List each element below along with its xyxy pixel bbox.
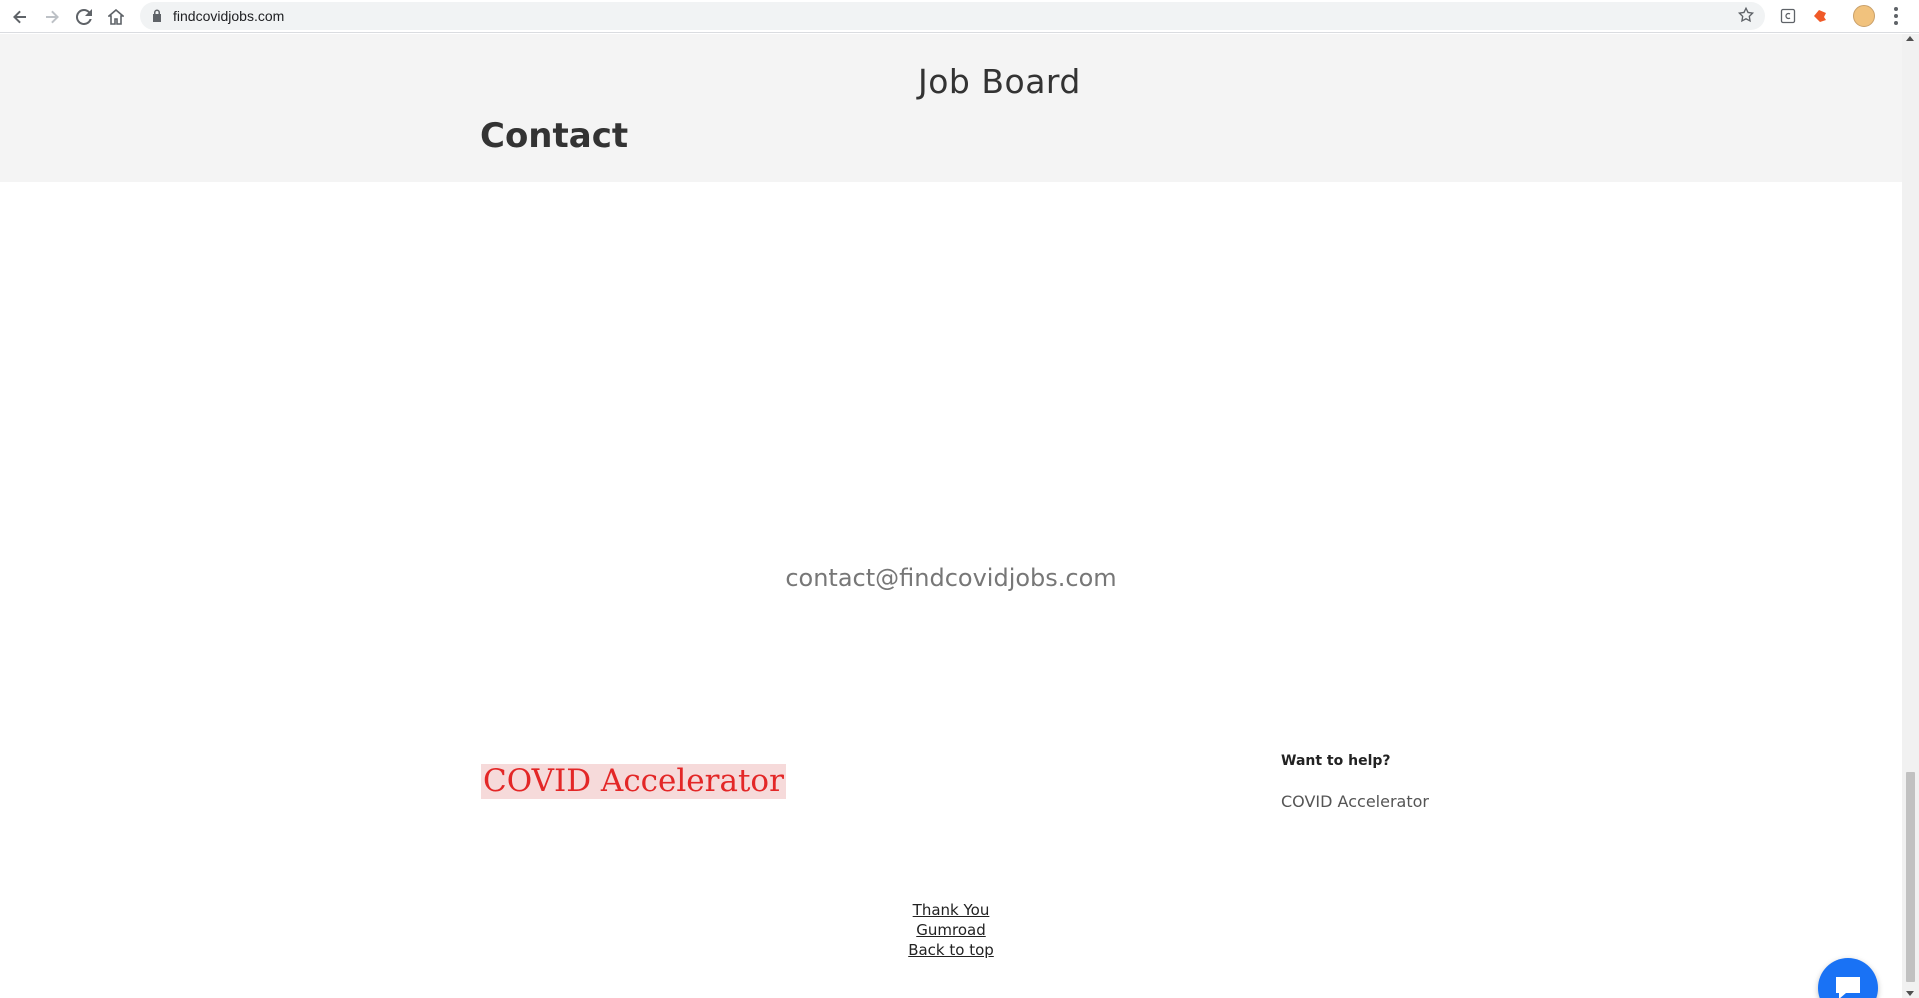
chat-bubble-icon	[1836, 977, 1860, 998]
back-button[interactable]	[6, 3, 34, 31]
page-scrollbar[interactable]	[1902, 34, 1919, 998]
arrow-right-icon	[46, 10, 59, 24]
chat-button[interactable]	[1818, 958, 1878, 998]
browser-toolbar: findcovidjobs.com	[0, 0, 1919, 33]
reload-icon	[76, 9, 92, 25]
extension-puzzle-icon	[1814, 10, 1826, 22]
covid-accelerator-logo[interactable]: COVID Accelerator	[481, 764, 786, 799]
footer-link-back-to-top[interactable]: Back to top	[0, 940, 1902, 960]
url-text: findcovidjobs.com	[173, 8, 285, 24]
arrow-left-icon	[13, 10, 26, 24]
help-link-covid-accelerator[interactable]: COVID Accelerator	[1281, 792, 1429, 811]
browser-menu-icon[interactable]	[1888, 5, 1904, 27]
scroll-up-arrow-icon[interactable]	[1906, 36, 1914, 41]
page-title: Contact	[480, 116, 629, 156]
scrollbar-thumb[interactable]	[1906, 772, 1915, 982]
page-content: Job Board Contact contact@findcovidjobs.…	[0, 34, 1902, 998]
home-button[interactable]	[102, 3, 130, 31]
extension-c-button[interactable]	[1777, 5, 1799, 27]
profile-avatar[interactable]	[1853, 5, 1875, 27]
forward-button[interactable]	[38, 3, 66, 31]
address-bar[interactable]: findcovidjobs.com	[140, 2, 1765, 30]
footer-links: Thank You Gumroad Back to top	[0, 900, 1902, 960]
nav-link-job-board[interactable]: Job Board	[918, 62, 1081, 101]
site-header: Job Board Contact	[0, 34, 1902, 182]
scroll-down-arrow-icon[interactable]	[1906, 991, 1914, 996]
extension-orange-button[interactable]	[1809, 5, 1831, 27]
lock-icon	[153, 9, 161, 22]
home-icon	[108, 9, 124, 25]
contact-email[interactable]: contact@findcovidjobs.com	[0, 564, 1902, 592]
star-icon[interactable]	[1737, 6, 1755, 24]
help-heading: Want to help?	[1281, 753, 1391, 769]
reload-button[interactable]	[70, 3, 98, 31]
footer-link-gumroad[interactable]: Gumroad	[0, 920, 1902, 940]
footer-link-thank-you[interactable]: Thank You	[0, 900, 1902, 920]
extension-c-icon	[1780, 8, 1796, 24]
